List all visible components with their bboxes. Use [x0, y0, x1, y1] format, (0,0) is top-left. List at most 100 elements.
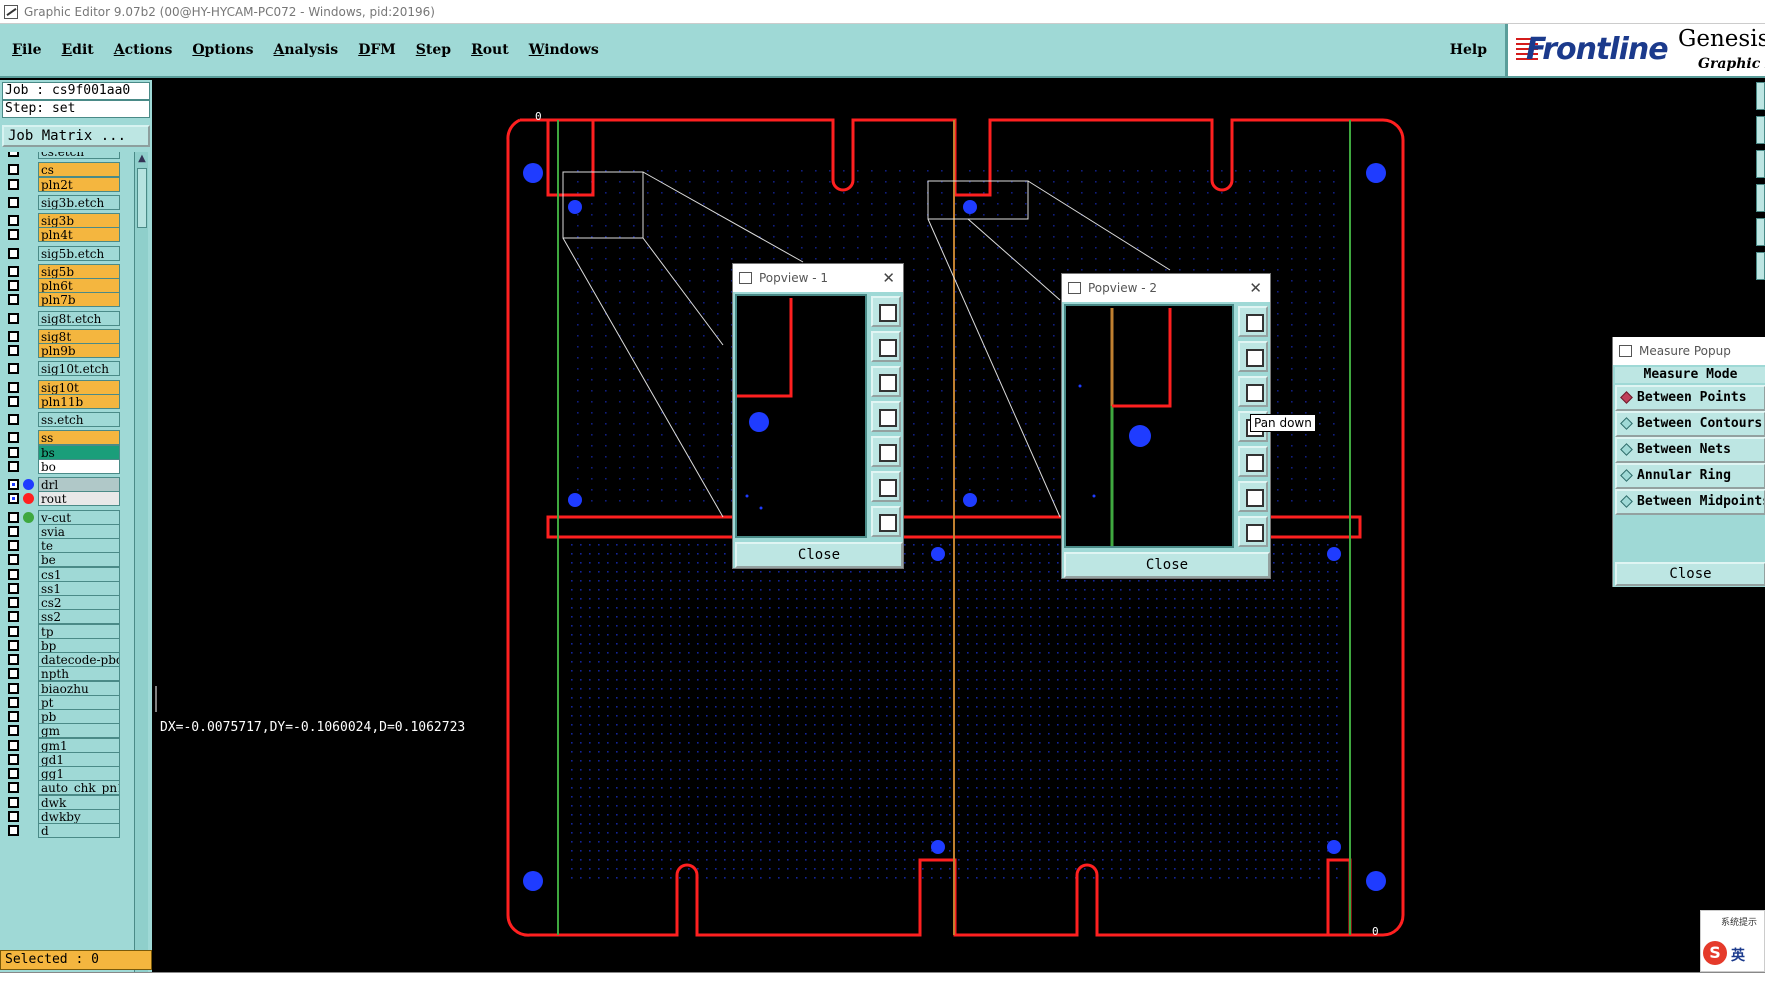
- layer-row-cs[interactable]: cs: [2, 162, 132, 178]
- layer-name[interactable]: sig10t.etch: [38, 361, 120, 377]
- layer-row-pln2t[interactable]: pln2t: [2, 176, 132, 192]
- layer-name[interactable]: pln9b: [38, 343, 120, 358]
- menu-help[interactable]: Help: [1450, 42, 1487, 58]
- layer-name[interactable]: ss: [38, 430, 120, 446]
- layer-row-cs1[interactable]: cs1: [2, 566, 132, 582]
- layer-row-be[interactable]: be: [2, 552, 132, 568]
- layer-name[interactable]: gm: [38, 723, 120, 739]
- menu-actions[interactable]: Actions: [114, 42, 173, 58]
- layer-name[interactable]: gm1: [38, 737, 120, 753]
- menu-analysis[interactable]: Analysis: [274, 42, 339, 58]
- layer-checkbox[interactable]: [8, 810, 19, 822]
- layer-row-svia[interactable]: svia: [2, 523, 132, 539]
- pan-right-icon[interactable]: [871, 436, 901, 467]
- layer-name[interactable]: dwkby: [38, 808, 120, 824]
- menu-windows[interactable]: Windows: [529, 42, 599, 58]
- layer-row-cs.etch[interactable]: cs.etch: [2, 152, 132, 159]
- popview-2-close-button[interactable]: Close: [1064, 552, 1270, 578]
- layer-name[interactable]: sig3b.etch: [38, 194, 120, 210]
- layer-checkbox[interactable]: [8, 682, 19, 694]
- layer-checkbox[interactable]: [8, 493, 19, 505]
- layer-row-bp[interactable]: bp: [2, 637, 132, 653]
- popview-1-titlebar[interactable]: Popview - 1 ✕: [733, 264, 903, 292]
- layer-name[interactable]: rout: [38, 491, 120, 507]
- layer-name[interactable]: biaozhu: [38, 680, 120, 696]
- layer-row-cs2[interactable]: cs2: [2, 595, 132, 610]
- layer-row-ss.etch[interactable]: ss.etch: [2, 412, 132, 427]
- layer-name[interactable]: ss1: [38, 580, 120, 596]
- layer-checkbox[interactable]: [8, 753, 19, 765]
- layer-name[interactable]: bo: [38, 458, 120, 474]
- layer-checkbox[interactable]: [8, 582, 19, 594]
- toolbar-button[interactable]: [1756, 252, 1765, 280]
- layer-row-drl[interactable]: drl: [2, 477, 132, 492]
- layer-row-sig10t[interactable]: sig10t: [2, 379, 132, 395]
- measure-titlebar[interactable]: Measure Popup: [1613, 337, 1765, 365]
- layer-row-tp[interactable]: tp: [2, 623, 132, 639]
- toolbar-button[interactable]: [1756, 184, 1765, 212]
- layer-row-sig8t.etch[interactable]: sig8t.etch: [2, 310, 132, 326]
- layer-row-npth[interactable]: npth: [2, 666, 132, 682]
- layer-name[interactable]: bs: [38, 444, 120, 460]
- layer-checkbox[interactable]: [8, 654, 19, 665]
- layer-name[interactable]: ss2: [38, 609, 120, 625]
- job-matrix-button[interactable]: Job Matrix ...: [2, 125, 150, 147]
- measure-option-between-contours[interactable]: Between Contours: [1615, 411, 1765, 437]
- popview-1-close-button[interactable]: Close: [735, 542, 903, 568]
- layer-row-bs[interactable]: bs: [2, 444, 132, 460]
- layer-row-pln9b[interactable]: pln9b: [2, 343, 132, 358]
- layer-checkbox[interactable]: [8, 432, 19, 444]
- layer-row-auto_chk_pn1[interactable]: auto_chk_pn1: [2, 780, 132, 796]
- layer-checkbox[interactable]: [8, 265, 19, 277]
- layer-row-sig8t[interactable]: sig8t: [2, 328, 132, 344]
- layer-name[interactable]: npth: [38, 666, 120, 682]
- menu-rout[interactable]: Rout: [471, 42, 509, 58]
- layer-row-dwk[interactable]: dwk: [2, 794, 132, 810]
- layer-name[interactable]: gg1: [38, 766, 120, 781]
- layer-name[interactable]: v-cut: [38, 509, 120, 525]
- layer-name[interactable]: d: [38, 823, 120, 838]
- layer-checkbox[interactable]: [8, 229, 19, 241]
- layer-checkbox[interactable]: [8, 381, 19, 393]
- layer-name[interactable]: pln6t: [38, 278, 120, 293]
- ime-indicator[interactable]: 系统提示 S 英: [1700, 910, 1765, 972]
- layer-checkbox[interactable]: [8, 639, 19, 651]
- layer-name[interactable]: sig5b.etch: [38, 245, 120, 261]
- measure-option-between-midpoints[interactable]: Between Midpoints: [1615, 489, 1765, 515]
- pan-left-icon[interactable]: [871, 401, 901, 432]
- layer-checkbox[interactable]: [8, 525, 19, 537]
- layer-checkbox[interactable]: [8, 725, 19, 737]
- layer-checkbox[interactable]: [8, 597, 19, 608]
- layer-name[interactable]: bp: [38, 637, 120, 653]
- zoom-out-icon[interactable]: [871, 506, 901, 537]
- toolbar-button[interactable]: [1756, 218, 1765, 246]
- zoom-in-icon[interactable]: [1238, 481, 1268, 512]
- close-icon[interactable]: ✕: [1249, 274, 1262, 302]
- zoom-in-icon[interactable]: [871, 471, 901, 502]
- layer-row-d[interactable]: d: [2, 823, 132, 838]
- toolbar-button[interactable]: [1756, 82, 1765, 110]
- toolbar-button[interactable]: [1756, 150, 1765, 178]
- pan-down-icon[interactable]: [1238, 376, 1268, 407]
- layer-row-pln4t[interactable]: pln4t: [2, 227, 132, 243]
- layer-row-sig10t.etch[interactable]: sig10t.etch: [2, 361, 132, 377]
- layer-name[interactable]: be: [38, 552, 120, 568]
- measure-option-annular-ring[interactable]: Annular Ring: [1615, 463, 1765, 489]
- layer-name[interactable]: cs.etch: [38, 152, 120, 159]
- measure-option-between-nets[interactable]: Between Nets: [1615, 437, 1765, 463]
- layer-name[interactable]: datecode-pbc: [38, 652, 120, 667]
- layer-checkbox[interactable]: [8, 825, 19, 836]
- layer-name[interactable]: tp: [38, 623, 120, 639]
- layer-checkbox[interactable]: [8, 247, 19, 259]
- layer-name[interactable]: sig10t: [38, 379, 120, 395]
- menu-dfm[interactable]: DFM: [358, 42, 396, 58]
- layer-row-gg1[interactable]: gg1: [2, 766, 132, 781]
- layer-checkbox[interactable]: [8, 294, 19, 306]
- layer-name[interactable]: pb: [38, 709, 120, 724]
- close-icon[interactable]: ✕: [882, 264, 895, 292]
- layer-row-pb[interactable]: pb: [2, 709, 132, 724]
- layer-row-gd1[interactable]: gd1: [2, 751, 132, 767]
- layer-row-rout[interactable]: rout: [2, 491, 132, 507]
- layer-checkbox[interactable]: [8, 460, 19, 472]
- layer-name[interactable]: pln4t: [38, 227, 120, 243]
